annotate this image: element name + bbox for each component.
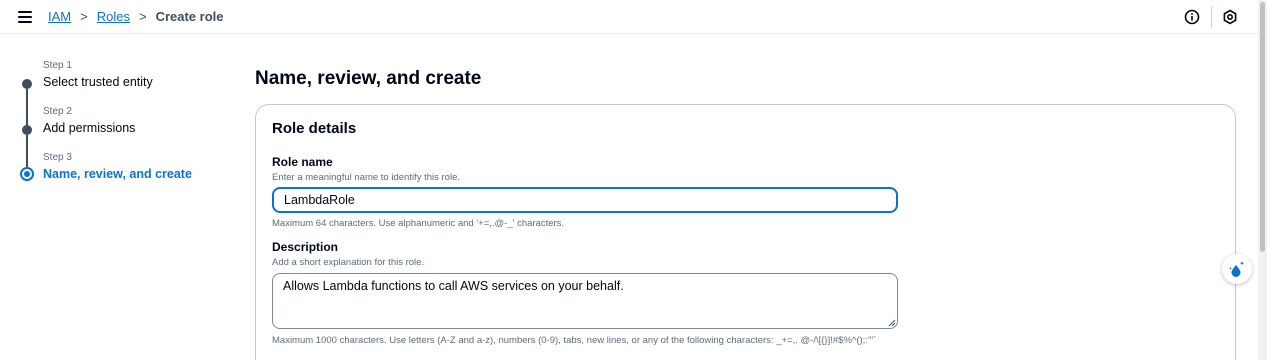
step-complete-dot [22,125,32,135]
page-title: Name, review, and create [255,68,482,89]
assistant-sparkle-icon [1229,261,1245,277]
role-details-panel: Role details Role name Enter a meaningfu… [255,104,1236,360]
toolbar-divider [1211,6,1212,28]
step-connector [26,89,28,126]
description-constraint: Maximum 1000 characters. Use letters (A-… [272,335,877,346]
breadcrumb: IAM > Roles > Create role [48,9,223,24]
description-hint: Add a short explanation for this role. [272,257,425,268]
role-name-label: Role name [272,155,333,169]
step-title-active: Name, review, and create [43,167,192,181]
step-complete-dot [22,79,32,89]
info-icon[interactable] [1184,9,1200,25]
panel-title: Role details [272,120,357,137]
step-title[interactable]: Select trusted entity [43,75,153,89]
breadcrumb-current: Create role [155,9,224,24]
description-label: Description [272,240,339,254]
step-active-indicator [20,167,34,181]
breadcrumb-separator: > [138,9,147,24]
settings-icon[interactable] [1222,9,1238,25]
breadcrumb-separator: > [80,9,88,24]
breadcrumb-iam-link[interactable]: IAM [48,9,71,24]
breadcrumb-roles-link[interactable]: Roles [97,9,130,24]
role-name-input[interactable] [272,187,898,213]
role-name-constraint: Maximum 64 characters. Use alphanumeric … [272,218,565,229]
description-textarea[interactable]: Allows Lambda functions to call AWS serv… [272,273,898,329]
top-navigation-bar: IAM > Roles > Create role [0,0,1258,34]
role-name-hint: Enter a meaningful name to identify this… [272,172,460,183]
textarea-resize-icon[interactable] [888,319,896,327]
step-number: Step 1 [43,60,72,71]
step-number: Step 3 [43,152,72,163]
hamburger-menu-icon[interactable] [18,11,32,23]
assistant-button[interactable] [1222,254,1252,284]
page-scrollbar-thumb[interactable] [1260,2,1265,252]
step-connector [26,135,28,168]
step-title[interactable]: Add permissions [43,121,135,135]
step-number: Step 2 [43,106,72,117]
